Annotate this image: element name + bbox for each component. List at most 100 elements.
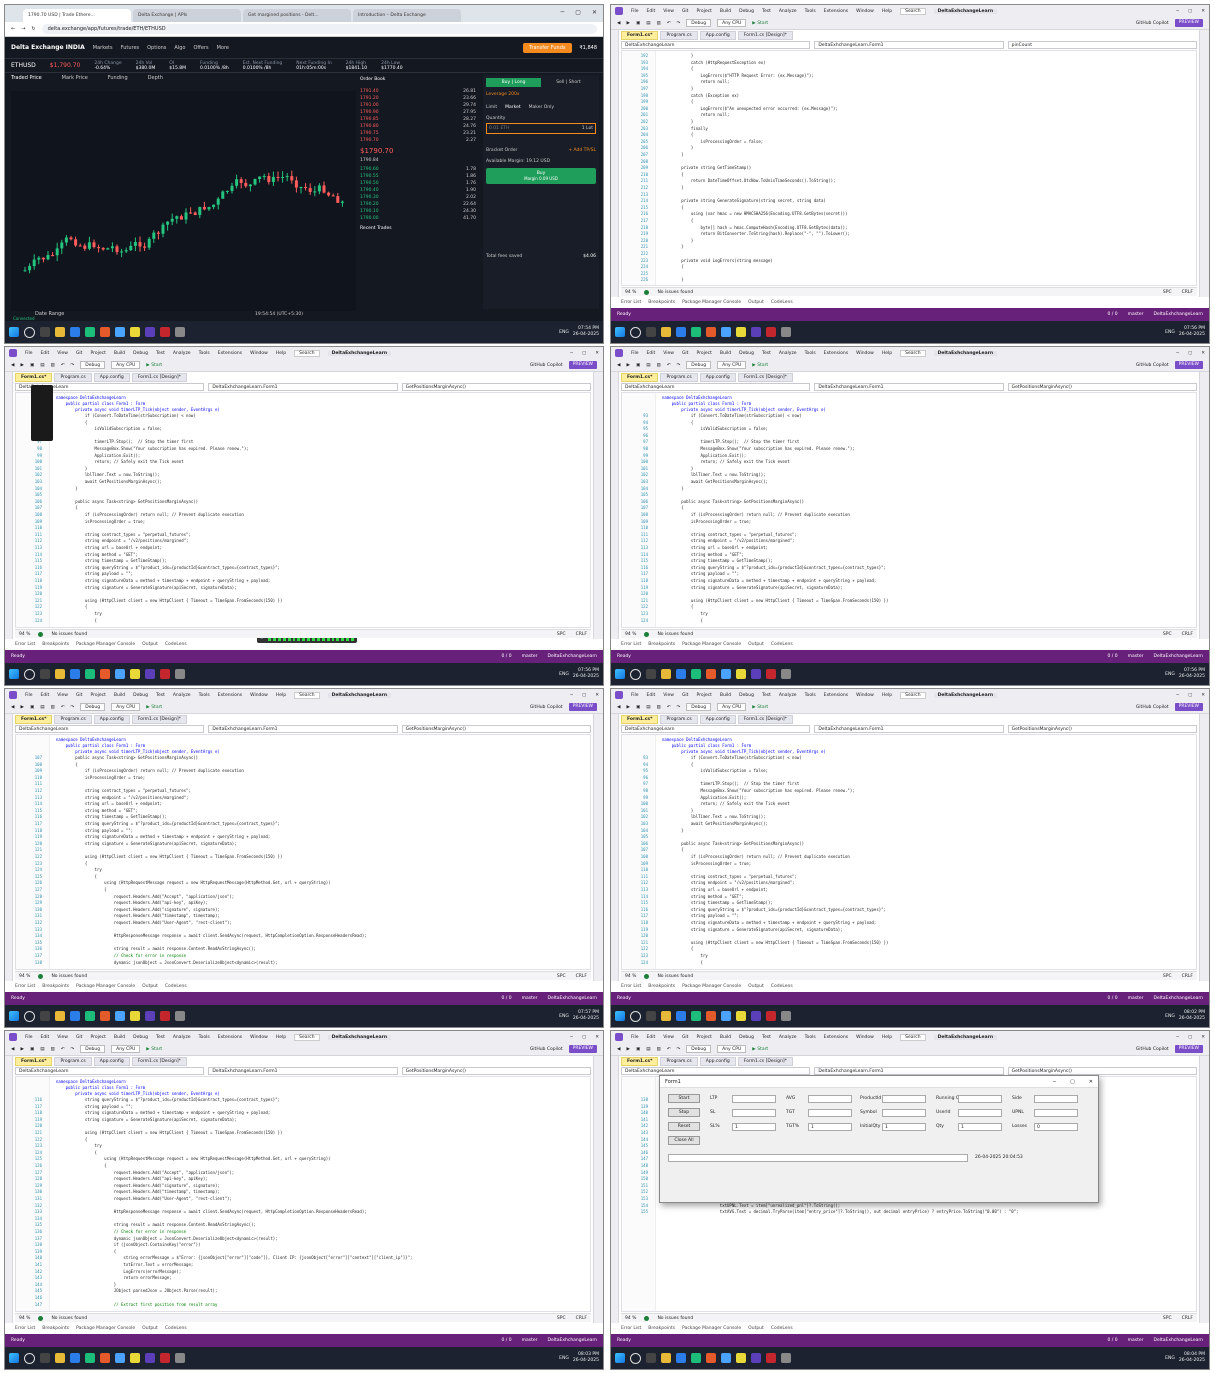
ask-row[interactable]: 1791.20 23.66	[360, 95, 476, 102]
vs-search-box[interactable]: Search	[294, 349, 320, 357]
menu-item[interactable]: Extensions	[218, 693, 242, 698]
menu-item[interactable]: Tools	[805, 1035, 816, 1040]
menu-item[interactable]: Debug	[739, 1035, 754, 1040]
new-file-icon[interactable]: ▣	[636, 705, 640, 710]
tool-window-tab[interactable]: Package Manager Console	[76, 642, 135, 647]
document-tab[interactable]: Program.cs	[54, 1057, 92, 1066]
language-indicator[interactable]: ENG	[1165, 1014, 1175, 1019]
project-dropdown[interactable]: DeltaExhchangeLearn	[15, 725, 205, 733]
settings-icon[interactable]	[781, 669, 791, 679]
settings-icon[interactable]	[781, 1353, 791, 1363]
menu-item[interactable]: Build	[114, 351, 125, 356]
chart-tab[interactable]: Mark Price	[62, 75, 88, 81]
git-branch[interactable]: master	[1128, 312, 1144, 317]
vscode-icon[interactable]	[721, 669, 731, 679]
line-ending-indicator[interactable]: CRLF	[1182, 1316, 1193, 1321]
menu-item[interactable]: Analyze	[173, 351, 191, 356]
chrome-icon[interactable]	[706, 1011, 716, 1021]
member-dropdown[interactable]: GetPositionsMarginAsync()	[401, 383, 591, 391]
menu-item[interactable]: View	[57, 1035, 68, 1040]
document-tab[interactable]: App.config	[699, 31, 736, 40]
back-icon[interactable]: ◀	[617, 705, 620, 710]
zoom-level[interactable]: 94 %	[19, 1316, 30, 1321]
forward-icon[interactable]: ▶	[626, 21, 629, 26]
tool-window-tab[interactable]: CodeLens	[165, 1326, 187, 1331]
windows-start-icon[interactable]	[615, 669, 625, 679]
menu-item[interactable]: Test	[762, 351, 771, 356]
menu-item[interactable]: Edit	[41, 693, 50, 698]
tool-window-tab[interactable]: Output	[748, 642, 764, 647]
ask-row[interactable]: 1790.85 28.27	[360, 116, 476, 123]
tool-window-tab[interactable]: Breakpoints	[648, 984, 675, 989]
language-indicator[interactable]: ENG	[559, 1014, 569, 1019]
store-icon[interactable]	[691, 1353, 701, 1363]
text-field[interactable]: 1	[958, 1123, 1002, 1131]
document-tab[interactable]: Form1.cs*	[621, 373, 659, 382]
project-dropdown[interactable]: DeltaExhchangeLearn	[621, 383, 811, 391]
settings-icon[interactable]	[781, 327, 791, 337]
menu-item[interactable]: Help	[882, 9, 892, 14]
text-field[interactable]	[958, 1095, 1002, 1103]
url-field[interactable]: delta.exchange/app/futures/trade/ETH/ETH…	[41, 24, 597, 34]
document-tab[interactable]: Form1.cs*	[15, 1057, 53, 1066]
menu-item[interactable]: Build	[114, 1035, 125, 1040]
menu-item[interactable]: Test	[762, 1035, 771, 1040]
lot-selector[interactable]: 1 Lot	[582, 126, 593, 131]
windows-start-icon[interactable]	[9, 327, 19, 337]
document-tab[interactable]: Program.cs	[660, 31, 698, 40]
git-counts[interactable]: 0 / 0	[502, 1338, 512, 1343]
document-tab[interactable]: Program.cs	[54, 715, 92, 724]
forward-icon[interactable]: ▶	[20, 363, 23, 368]
search-icon[interactable]	[630, 1010, 641, 1022]
menu-item[interactable]: Help	[276, 693, 286, 698]
menu-item[interactable]: Help	[882, 351, 892, 356]
line-ending-indicator[interactable]: CRLF	[576, 1316, 587, 1321]
document-tab[interactable]: Form1.cs*	[621, 31, 659, 40]
back-icon[interactable]: ◀	[11, 705, 14, 710]
menu-item[interactable]: Analyze	[779, 693, 797, 698]
menu-item[interactable]: File	[25, 351, 33, 356]
text-field[interactable]	[808, 1095, 852, 1103]
save-all-icon[interactable]: ▥	[656, 363, 660, 368]
menu-item[interactable]: Git	[682, 693, 689, 698]
menu-item[interactable]: Build	[114, 693, 125, 698]
member-dropdown[interactable]: GetPositionsMarginAsync()	[401, 1067, 591, 1075]
tool-window-tab[interactable]: Output	[142, 1326, 158, 1331]
task-view-icon[interactable]	[646, 1353, 656, 1363]
volume-slider-overlay[interactable]	[31, 385, 53, 441]
menu-item[interactable]: View	[57, 351, 68, 356]
chrome-icon[interactable]	[706, 327, 716, 337]
minimize-icon[interactable]: ─	[1053, 1079, 1056, 1085]
tool-window-tab[interactable]: Breakpoints	[648, 642, 675, 647]
edge-icon[interactable]	[676, 669, 686, 679]
save-icon[interactable]: ▤	[646, 363, 650, 368]
menu-item[interactable]: Window	[856, 693, 874, 698]
repository-name[interactable]: DeltaExhchangeLearn	[547, 996, 597, 1001]
menu-item[interactable]: Edit	[647, 1035, 656, 1040]
filezilla-icon[interactable]	[766, 669, 776, 679]
line-ending-indicator[interactable]: CRLF	[1182, 974, 1193, 979]
tool-window-tab[interactable]: Package Manager Console	[682, 300, 741, 305]
chrome-icon[interactable]	[706, 1353, 716, 1363]
file-explorer-icon[interactable]	[55, 669, 65, 679]
undo-icon[interactable]: ↶	[61, 705, 65, 710]
start-button[interactable]: ▶ Start	[752, 705, 768, 710]
platform-select[interactable]: Any CPU	[717, 361, 747, 369]
maximize-icon[interactable]: ▢	[582, 693, 586, 698]
browser-tab[interactable]: Delta Exchange | APIs	[133, 9, 241, 22]
ask-row[interactable]: 1790.90 27.95	[360, 109, 476, 116]
edge-icon[interactable]	[676, 1353, 686, 1363]
forward-icon[interactable]: ▶	[626, 705, 629, 710]
tool-window-tab[interactable]: Error List	[621, 642, 641, 647]
text-field[interactable]: 0	[1034, 1123, 1078, 1131]
search-icon[interactable]	[24, 1010, 35, 1022]
copilot-button[interactable]: GitHub Copilot	[1136, 363, 1169, 368]
configuration-select[interactable]: Debug	[686, 361, 712, 369]
quantity-input[interactable]: 0.01 ETH 1 Lot	[486, 123, 596, 134]
line-ending-indicator[interactable]: CRLF	[1182, 632, 1193, 637]
notes-icon[interactable]	[130, 327, 140, 337]
redo-icon[interactable]: ↷	[677, 363, 681, 368]
document-tab[interactable]: Form1.cs*	[15, 373, 53, 382]
maximize-icon[interactable]: ▢	[1070, 1079, 1075, 1085]
file-explorer-icon[interactable]	[55, 1011, 65, 1021]
